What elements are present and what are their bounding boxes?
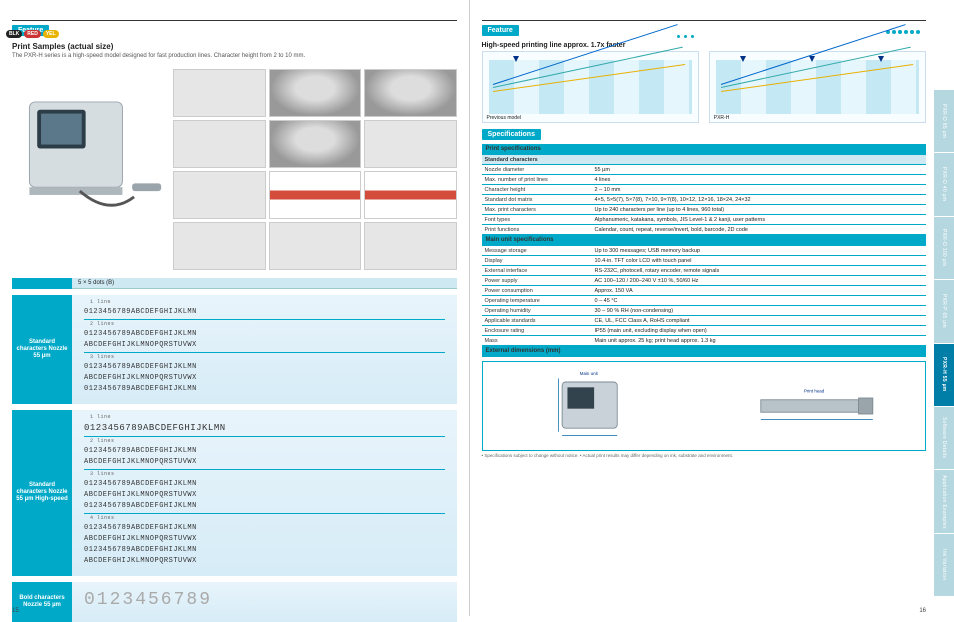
right-column: Feature High-speed printing line approx.… (470, 0, 954, 616)
dim-main-unit: Main unit (487, 366, 701, 446)
sample-yogurt-1 (269, 171, 362, 219)
sample-block-2: 1 line 0123456789ABCDEFGHIJKLMN 2 lines … (72, 410, 457, 576)
spec-row: Max. number of print lines4 lines (482, 175, 927, 185)
page-number-right: 16 (919, 608, 926, 614)
left-intro: The PXR-H series is a high-speed model d… (12, 53, 457, 61)
chart-previous: Previous model (482, 51, 699, 123)
spec-row: External interfaceRS-232C, photocell, ro… (482, 266, 927, 276)
ink-color-badges: BLK RED YEL (6, 30, 59, 38)
spec-row: Font typesAlphanumeric, katakana, symbol… (482, 215, 927, 225)
side-tabs: PXR-D 65 µmPXR-D 40 µmPXR-D 100 µmPXR-P … (934, 90, 954, 596)
bold-sample: 0123456789 (84, 586, 445, 614)
spec-row: Operating humidity30 – 90 % RH (non-cond… (482, 306, 927, 316)
left-title: Print Samples (actual size) (12, 42, 457, 51)
row-label-std: Standard characters Nozzle 55 µm (12, 295, 72, 404)
spec-hdr-main: Main unit specifications (482, 235, 927, 246)
spec-row: Display10.4-in. TFT color LCD with touch… (482, 256, 927, 266)
page-number-left: 15 (12, 608, 19, 614)
sample-can-gold (364, 69, 457, 117)
spec-table: Print specifications Standard characters… (482, 144, 927, 357)
sample-wire (173, 120, 266, 168)
spec-notes: • Specifications subject to change witho… (482, 453, 927, 458)
svg-text:Print head: Print head (804, 389, 825, 394)
printer-photo (12, 69, 167, 224)
charts-title: High-speed printing line approx. 1.7x fa… (482, 42, 927, 49)
sample-closeup-2 (364, 222, 457, 270)
sample-print-date (364, 120, 457, 168)
side-tab[interactable]: PXR-D 40 µm (934, 153, 954, 215)
chart-pxrh: PXR-H (709, 51, 926, 123)
decor-dots-center (677, 35, 694, 38)
spec-row: Operating temperature0 – 45 °C (482, 296, 927, 306)
sample-can-top (269, 69, 362, 117)
side-tab[interactable]: PXR-D 65 µm (934, 90, 954, 152)
sample-tube (173, 171, 266, 219)
row-label-hs: Standard characters Nozzle 55 µm High-sp… (12, 410, 72, 576)
spec-row: Power supplyAC 100–120 / 200–240 V ±10 %… (482, 276, 927, 286)
spec-row: Enclosure ratingIP55 (main unit, excludi… (482, 326, 927, 336)
spec-row: MassMain unit approx. 25 kg; print head … (482, 336, 927, 346)
side-tab[interactable]: PXR-D 100 µm (934, 217, 954, 279)
corner-cell (12, 278, 72, 289)
side-tab[interactable]: Ink Variation (934, 534, 954, 596)
side-tab[interactable]: Software Details (934, 407, 954, 469)
spec-row: Power consumptionApprox. 150 VA (482, 286, 927, 296)
spec-row: Message storageUp to 300 messages; USB m… (482, 246, 927, 256)
dim-print-head: Print head (707, 366, 921, 446)
sample-photo-grid (173, 69, 457, 270)
spec-row: Standard dot matrix4×5, 5×5(7), 5×7(8), … (482, 195, 927, 205)
sample-yogurt-2 (364, 171, 457, 219)
spec-row: Nozzle diameter55 µm (482, 165, 927, 175)
spec-sub-print: Standard characters (482, 155, 927, 165)
sample-block-1: 1 line 0123456789ABCDEFGHIJKLMN 2 lines … (72, 295, 457, 404)
sample-closeup-1 (269, 222, 362, 270)
feature-tag-r: Feature (482, 25, 519, 36)
spec-hdr-print: Print specifications (482, 144, 927, 155)
spec-row: Applicable standardsCE, UL, FCC Class A,… (482, 316, 927, 326)
side-tab[interactable]: PXR-H 55 µm (934, 344, 954, 406)
sample-cable (173, 69, 266, 117)
svg-text:Main unit: Main unit (579, 371, 598, 376)
spec-hdr-dim: External dimensions (mm) (482, 346, 927, 357)
side-tab[interactable]: PXR-P 65 µm (934, 280, 954, 342)
left-column: Feature Print Samples (actual size) The … (0, 0, 470, 616)
sample-can-label (269, 120, 362, 168)
spec-row: Character height2 – 10 mm (482, 185, 927, 195)
spec-tag: Specifications (482, 129, 541, 140)
badge-yellow: YEL (43, 30, 59, 38)
badge-red: RED (24, 30, 41, 38)
spec-row: Print functionsCalendar, count, repeat, … (482, 225, 927, 235)
decor-dots-right (886, 30, 920, 34)
badge-black: BLK (6, 30, 22, 38)
side-tab[interactable]: Application Examples (934, 470, 954, 532)
dot-hdr-1: 5 × 5 dots (B) (72, 278, 457, 289)
spec-row: Max. print charactersUp to 240 character… (482, 205, 927, 215)
sample-mesh (173, 222, 266, 270)
